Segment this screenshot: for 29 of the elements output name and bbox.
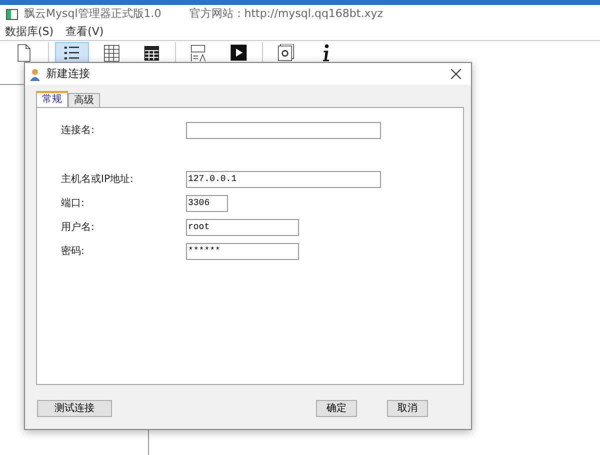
tab[interactable]: 常规 [36, 91, 68, 107]
menu-item[interactable]: 查看(V) [66, 24, 104, 40]
input-field[interactable] [186, 122, 381, 138]
settings-icon [277, 44, 295, 62]
field-label: 用户名: [61, 220, 96, 234]
input-field[interactable]: root [186, 218, 299, 236]
dialog-button[interactable]: 取消 [387, 400, 428, 417]
close-icon [451, 69, 461, 79]
website-text: 官方网站：http://mysql.qq168bt.xyz [189, 6, 384, 22]
window-title: 飘云Mysql管理器正式版1.0 [24, 6, 162, 22]
dialog-title: 新建连接 [46, 66, 90, 82]
input-field[interactable]: 127.0.0.1 [186, 170, 381, 188]
user-icon [29, 68, 42, 80]
app-icon [6, 9, 18, 20]
field-label: 主机名或IP地址: [61, 172, 134, 186]
tab[interactable]: 高级 [68, 93, 100, 107]
dialog-button[interactable]: 确定 [316, 400, 357, 417]
field-label: 密码: [61, 244, 86, 258]
field-label: 端口: [61, 196, 86, 210]
list-button[interactable] [55, 42, 89, 64]
input-field[interactable]: 3306 [186, 194, 228, 212]
list-icon [63, 44, 81, 62]
dialog-button[interactable]: 测试连接 [37, 400, 112, 417]
field-label: 连接名: [61, 124, 96, 138]
play-icon [230, 44, 248, 62]
table-icon [143, 44, 161, 62]
info-icon [322, 44, 330, 62]
menu-item[interactable]: 数据库(S) [5, 24, 54, 40]
input-field[interactable]: ****** [186, 242, 299, 260]
